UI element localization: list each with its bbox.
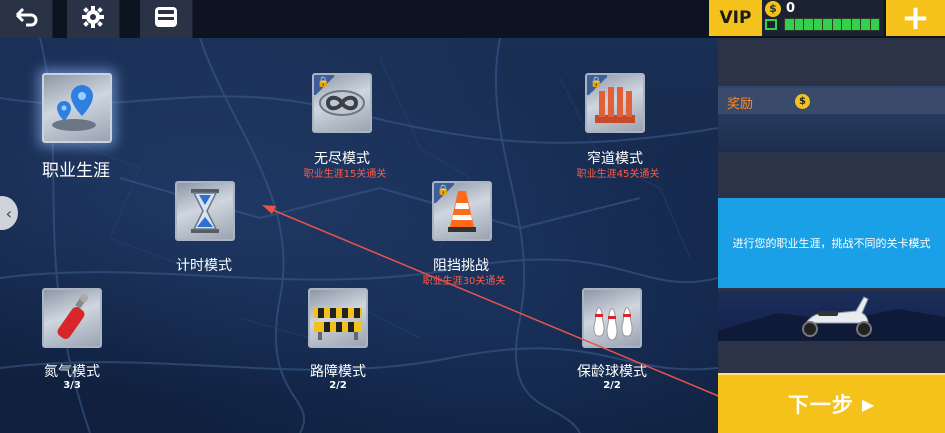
reward-header: 奖励 $ bbox=[718, 88, 945, 114]
mode-description: 进行您的职业生涯，挑战不同的关卡模式 bbox=[732, 237, 931, 250]
vehicle-preview bbox=[718, 291, 945, 341]
play-arrow-icon: ▶ bbox=[861, 394, 876, 414]
scooter-icon bbox=[718, 296, 945, 341]
reward-label: 奖励 bbox=[727, 97, 754, 112]
next-step-label: 下一步 bbox=[787, 393, 854, 417]
next-step-button[interactable]: 下一步 ▶ bbox=[718, 373, 945, 433]
description-box: 进行您的职业生涯，挑战不同的关卡模式 bbox=[718, 198, 945, 288]
dollar-coin-icon: $ bbox=[795, 94, 810, 109]
